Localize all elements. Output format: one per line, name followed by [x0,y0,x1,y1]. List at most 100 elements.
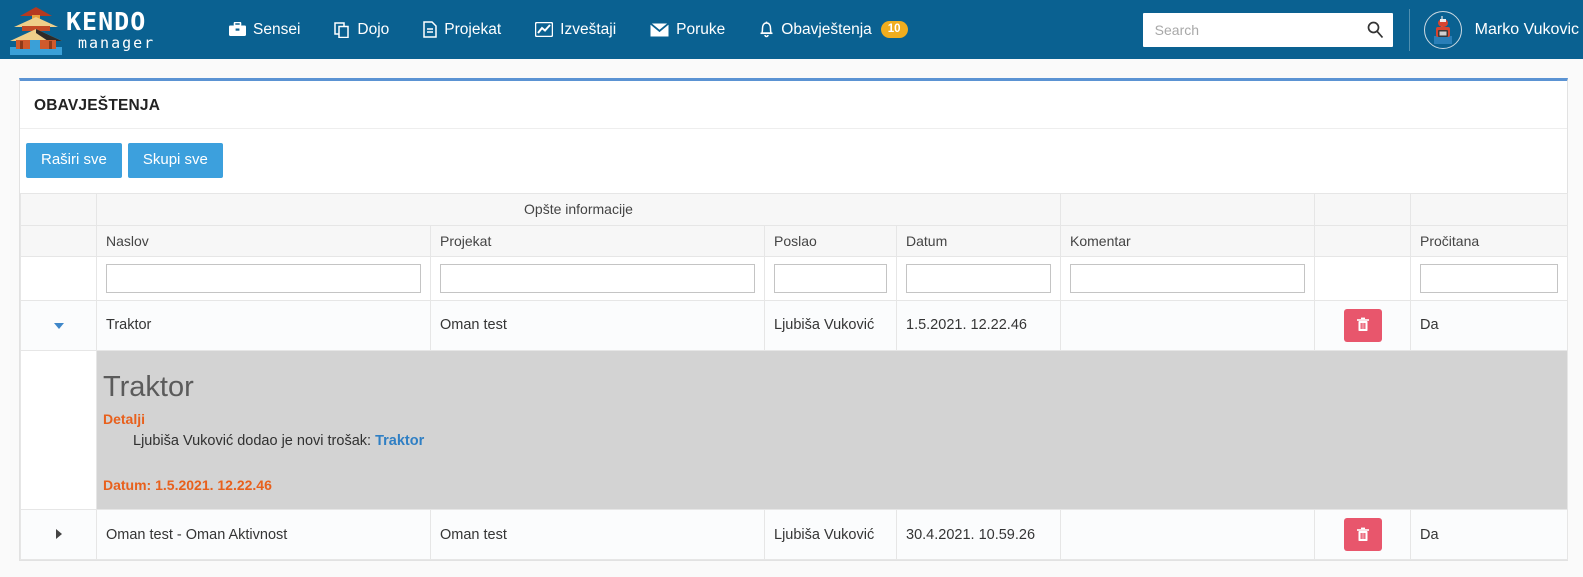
filter-input-procitana[interactable] [1420,263,1558,293]
filter-input-datum[interactable] [906,263,1051,293]
cell-projekat: Oman test [430,299,765,351]
avatar [1423,10,1462,49]
grid-body: Traktor Oman test Ljubiša Vuković 1.5.20… [20,255,1568,560]
row-detail: Traktor Detalji Ljubiša Vuković dodao je… [20,349,1568,511]
column-header-procitana[interactable]: Pročitana [1410,224,1568,257]
search-box [1142,12,1393,47]
group-header-spacer [20,192,97,226]
envelope-icon [650,22,670,37]
nav-item-projekat[interactable]: Projekat [406,0,518,59]
filter-cell-expand [20,255,97,301]
grid-header: Opšte informacije Naslov Projekat Poslao… [20,192,1568,257]
nav-item-poruke[interactable]: Poruke [633,0,742,59]
detail-content-cell: Traktor Detalji Ljubiša Vuković dodao je… [96,349,1568,511]
column-header-komentar[interactable]: Komentar [1060,224,1315,257]
expand-all-button[interactable]: Raširi sve [26,143,122,178]
table-row[interactable]: Traktor Oman test Ljubiša Vuković 1.5.20… [20,299,1568,351]
filter-cell-projekat [430,255,765,301]
filter-input-naslov[interactable] [106,263,421,293]
nav-right-section: Marko Vukovic [1142,0,1583,59]
detail-body-text: Ljubiša Vuković dodao je novi trošak: [133,433,372,449]
chevron-down-icon [53,323,64,330]
nav-item-dojo[interactable]: Dojo [317,0,406,59]
notification-count-badge: 10 [880,21,908,38]
chevron-right-icon [55,528,62,539]
nav-item-label: Obavještenja [781,20,872,38]
detail-section-label: Detalji [103,411,146,427]
search-input[interactable] [1142,12,1393,47]
group-header-label: Opšte informacije [524,201,633,218]
collapse-all-button[interactable]: Skupi sve [127,143,223,178]
panel-header: OBAVJEŠTENJA [20,81,1567,129]
filter-cell-procitana [1410,255,1568,301]
top-navigation-bar: KENDO manager Sensei Dojo Projekat Izveš… [0,0,1583,59]
filter-input-projekat[interactable] [440,263,755,293]
delete-button[interactable] [1343,518,1382,551]
document-icon [423,21,438,38]
pagoda-icon [8,5,64,55]
nav-item-obavjestenja[interactable]: Obavještenja 10 [742,0,924,59]
grid-column-header-row: Naslov Projekat Poslao Datum Komentar Pr… [20,224,1568,257]
bell-icon [759,21,774,38]
filter-input-poslao[interactable] [774,263,887,293]
toolbar: Raširi sve Skupi sve [20,143,1567,193]
row-expand-toggle[interactable] [20,509,97,560]
column-header-projekat[interactable]: Projekat [430,224,765,257]
briefcase-icon [229,22,246,37]
column-header-expand [20,224,97,257]
column-header-datum[interactable]: Datum [896,224,1061,257]
filter-cell-naslov [96,255,431,301]
notifications-panel: OBAVJEŠTENJA Raširi sve Skupi sve Opšte … [19,78,1568,561]
nav-item-sensei[interactable]: Sensei [212,0,317,59]
row-expand-toggle[interactable] [20,299,97,351]
chart-line-icon [535,22,554,37]
user-name-label: Marko Vukovic [1474,20,1579,38]
filter-cell-poslao [764,255,897,301]
filter-input-komentar[interactable] [1070,263,1305,293]
notifications-grid: Opšte informacije Naslov Projekat Poslao… [20,192,1568,560]
nav-item-label: Projekat [444,20,502,38]
nav-item-label: Dojo [357,20,390,38]
copy-icon [334,21,350,38]
cell-poslao: Ljubiša Vuković [764,509,897,560]
grid-group-header-row: Opšte informacije [20,192,1568,226]
cell-komentar [1060,509,1315,560]
page-body: OBAVJEŠTENJA Raširi sve Skupi sve Opšte … [0,59,1583,577]
cell-action [1314,299,1411,351]
filter-cell-action [1314,255,1411,301]
nav-item-label: Sensei [253,20,301,38]
column-header-poslao[interactable]: Poslao [764,224,897,257]
detail-spacer-cell [20,349,97,511]
cell-projekat: Oman test [430,509,765,560]
cell-datum: 30.4.2021. 10.59.26 [896,509,1061,560]
table-row[interactable]: Oman test - Oman Aktivnost Oman test Lju… [20,509,1568,560]
cell-naslov: Traktor [96,299,431,351]
group-header-komentar-spacer [1060,192,1315,226]
detail-date: Datum: 1.5.2021. 12.22.46 [103,477,272,493]
group-header-action-spacer [1314,192,1411,226]
search-icon[interactable] [1365,20,1385,40]
logo-primary-text: KENDO [66,6,147,36]
nav-item-label: Poruke [676,20,726,38]
logo-secondary-text: manager [78,33,156,52]
column-header-naslov[interactable]: Naslov [96,224,431,257]
filter-cell-komentar [1060,255,1315,301]
detail-body-link[interactable]: Traktor [375,433,424,449]
panel-body: Raširi sve Skupi sve Opšte informacije N… [20,129,1568,560]
cell-datum: 1.5.2021. 12.22.46 [896,299,1061,351]
cell-naslov: Oman test - Oman Aktivnost [96,509,431,560]
detail-title: Traktor [103,370,194,403]
group-header-opste-informacije: Opšte informacije [96,192,1061,226]
cell-procitana: Da [1410,299,1568,351]
grid-filter-row [20,255,1568,301]
nav-item-label: Izveštaji [560,20,617,38]
detail-panel: Traktor Detalji Ljubiša Vuković dodao je… [97,350,1567,509]
nav-items: Sensei Dojo Projekat Izveštaji Poruke Ob… [212,0,925,59]
delete-button[interactable] [1343,308,1382,342]
brand-logo[interactable]: KENDO manager [4,3,164,56]
nav-item-izvestaji[interactable]: Izveštaji [518,0,633,59]
cell-poslao: Ljubiša Vuković [764,299,897,351]
column-header-action [1314,224,1411,257]
user-menu[interactable]: Marko Vukovic [1423,10,1583,49]
group-header-procitana-spacer [1410,192,1568,226]
